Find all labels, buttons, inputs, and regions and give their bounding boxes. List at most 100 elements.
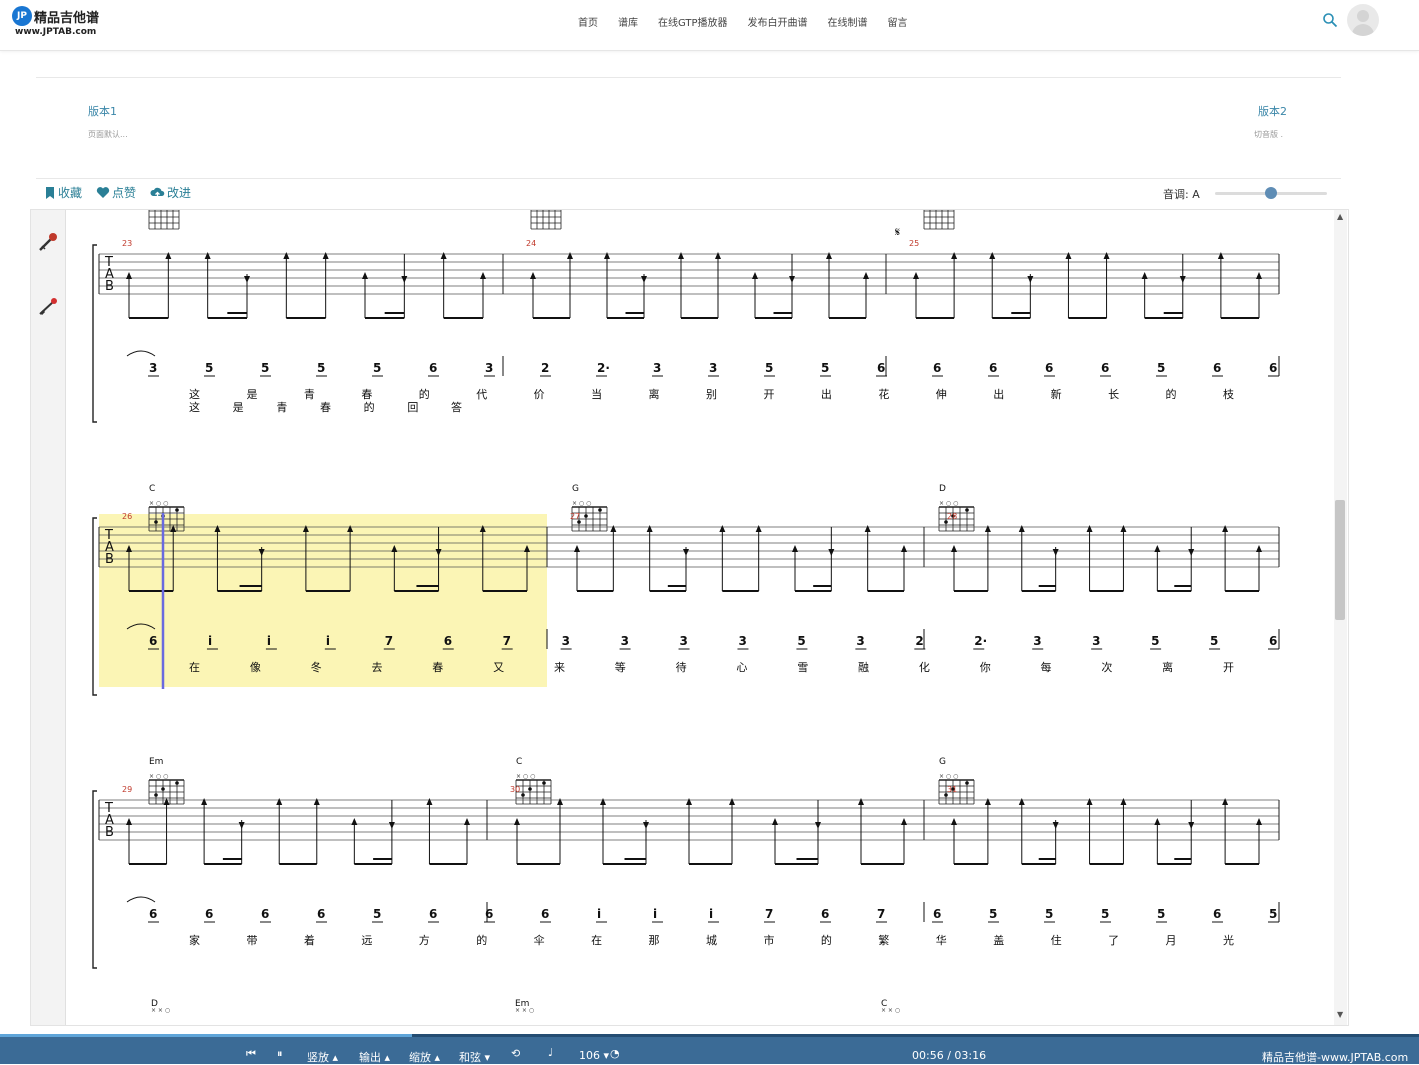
chord-open-strings: × × ○ xyxy=(881,1007,900,1014)
zoom-button[interactable]: 缩放 ▴ xyxy=(409,1049,440,1065)
playback-progress-track[interactable] xyxy=(412,1034,1419,1037)
pitch-slider-thumb[interactable] xyxy=(1265,187,1277,199)
lyric-char: 你 xyxy=(980,661,991,674)
strum-down-arrow xyxy=(1052,549,1059,556)
chord-name: Em xyxy=(149,757,163,767)
version-1-link[interactable]: 版本1 xyxy=(88,103,117,119)
jianpu-note: 5 xyxy=(373,907,381,921)
strum-up-arrow xyxy=(201,798,208,805)
measure-number: 27 xyxy=(570,512,580,521)
jianpu-note: 5 xyxy=(1210,634,1218,648)
strum-up-arrow xyxy=(283,252,290,259)
chord-open-strings: × ○ ○ xyxy=(149,500,168,507)
measure-number: 23 xyxy=(122,239,132,248)
lyric-char: 青 xyxy=(304,388,315,401)
jianpu-note: 3 xyxy=(856,634,864,648)
chord-button[interactable]: 和弦 ▾ xyxy=(459,1049,490,1065)
metronome-icon[interactable]: ♩ xyxy=(548,1046,553,1059)
lyric-char: 是 xyxy=(233,401,244,414)
nav-home[interactable]: 首页 xyxy=(578,14,598,34)
version-2-link[interactable]: 版本2 xyxy=(1258,103,1287,119)
lyric-char: 月 xyxy=(1166,934,1177,947)
strum-down-arrow xyxy=(643,822,649,829)
loop-icon[interactable]: ⟲ xyxy=(511,1047,520,1060)
like-button[interactable]: 点赞 xyxy=(96,184,136,201)
jianpu-note: 6 xyxy=(933,907,941,921)
lyric-char: 市 xyxy=(763,933,774,947)
strum-up-arrow xyxy=(567,252,573,259)
lyric-char: 花 xyxy=(878,388,889,401)
favorite-button[interactable]: 收藏 xyxy=(44,184,82,201)
strum-down-arrow xyxy=(789,276,795,283)
strum-up-arrow xyxy=(951,545,957,552)
improve-label: 改进 xyxy=(167,186,192,200)
chord-diagram xyxy=(530,210,562,230)
chord-diagram xyxy=(923,210,955,230)
strum-up-arrow xyxy=(1256,545,1262,552)
nav-library[interactable]: 谱库 xyxy=(618,14,638,34)
tempo-icon[interactable]: ◔ xyxy=(610,1047,620,1060)
strum-up-arrow xyxy=(574,545,580,552)
scroll-down-icon[interactable]: ▼ xyxy=(1337,1010,1343,1019)
jianpu-note: 2· xyxy=(597,361,610,375)
speed-control[interactable]: 106 ▾ xyxy=(579,1049,609,1062)
chord-open-strings: × ○ ○ xyxy=(149,773,168,780)
strum-up-arrow xyxy=(600,798,606,805)
jianpu-note: 5 xyxy=(373,361,381,375)
measure-number: 31 xyxy=(947,785,957,794)
strum-up-arrow xyxy=(1256,272,1262,279)
measure-number: 26 xyxy=(122,512,132,521)
jianpu-note: 6 xyxy=(989,361,997,375)
improve-button[interactable]: 改进 xyxy=(150,184,191,201)
vertical-layout-button[interactable]: 竖放 ▴ xyxy=(307,1049,338,1065)
jianpu-note: 6 xyxy=(205,907,213,921)
nav-publish[interactable]: 发布白开曲谱 xyxy=(748,14,808,34)
jianpu-note: 2 xyxy=(915,634,923,648)
playback-progress-fill[interactable] xyxy=(0,1034,412,1037)
nav-message[interactable]: 留言 xyxy=(888,14,908,34)
jianpu-note: 3 xyxy=(709,361,717,375)
system-bracket xyxy=(92,790,97,969)
lyric-char: 着 xyxy=(304,933,315,947)
jianpu-note: 3 xyxy=(1033,634,1041,648)
jianpu-note: 3 xyxy=(738,634,746,648)
strum-up-arrow xyxy=(1018,798,1025,805)
lyric-char: 了 xyxy=(1108,934,1119,947)
favorite-label: 收藏 xyxy=(58,186,83,200)
strum-up-arrow xyxy=(984,525,991,532)
jianpu-note: 5 xyxy=(261,361,269,375)
chord-name: C xyxy=(149,484,155,494)
site-logo[interactable]: JP 精品吉他谱 www.JPTAB.com xyxy=(12,6,112,42)
pause-icon[interactable]: ⏸ xyxy=(277,1047,283,1061)
strum-up-arrow xyxy=(686,798,692,805)
chord-name: G xyxy=(572,484,579,494)
music-score: 𝄋TAB23 24 253 5 5 5 5 6 3 2 2· 3 3 5 5 6 6 6 6 6 5 6 6这是青春的代价当… xyxy=(92,210,1280,1014)
lyric-char: 光 xyxy=(1223,933,1234,947)
jianpu-note: i xyxy=(709,907,713,921)
nav-gtp-player[interactable]: 在线GTP播放器 xyxy=(658,14,728,34)
strum-down-arrow xyxy=(815,822,821,829)
user-avatar[interactable] xyxy=(1347,4,1379,36)
strum-up-arrow xyxy=(1256,818,1262,825)
output-button[interactable]: 输出 ▴ xyxy=(359,1049,390,1065)
jianpu-note: i xyxy=(267,634,271,648)
jianpu-note: 6 xyxy=(429,907,437,921)
strum-up-arrow xyxy=(792,545,798,552)
strum-up-arrow xyxy=(362,272,368,279)
strum-up-arrow xyxy=(1217,252,1224,259)
search-icon[interactable] xyxy=(1322,12,1338,28)
jianpu-note: 6 xyxy=(444,634,452,648)
chord-diagram xyxy=(148,210,180,230)
lyric-char: 是 xyxy=(246,388,257,401)
sheet-scroll-thumb[interactable] xyxy=(1335,500,1345,620)
strum-down-arrow xyxy=(238,822,245,829)
like-label: 点赞 xyxy=(112,186,137,200)
lyric-char: 去 xyxy=(371,661,382,674)
lyric-char: 别 xyxy=(706,388,717,401)
nav-editor[interactable]: 在线制谱 xyxy=(828,14,868,34)
scroll-up-icon[interactable]: ▲ xyxy=(1337,212,1343,221)
previous-icon[interactable]: ⏮ xyxy=(246,1047,256,1061)
lyric-char: 家 xyxy=(189,933,200,947)
lyric-char: 化 xyxy=(919,660,930,674)
lyric-char: 的 xyxy=(476,933,487,947)
